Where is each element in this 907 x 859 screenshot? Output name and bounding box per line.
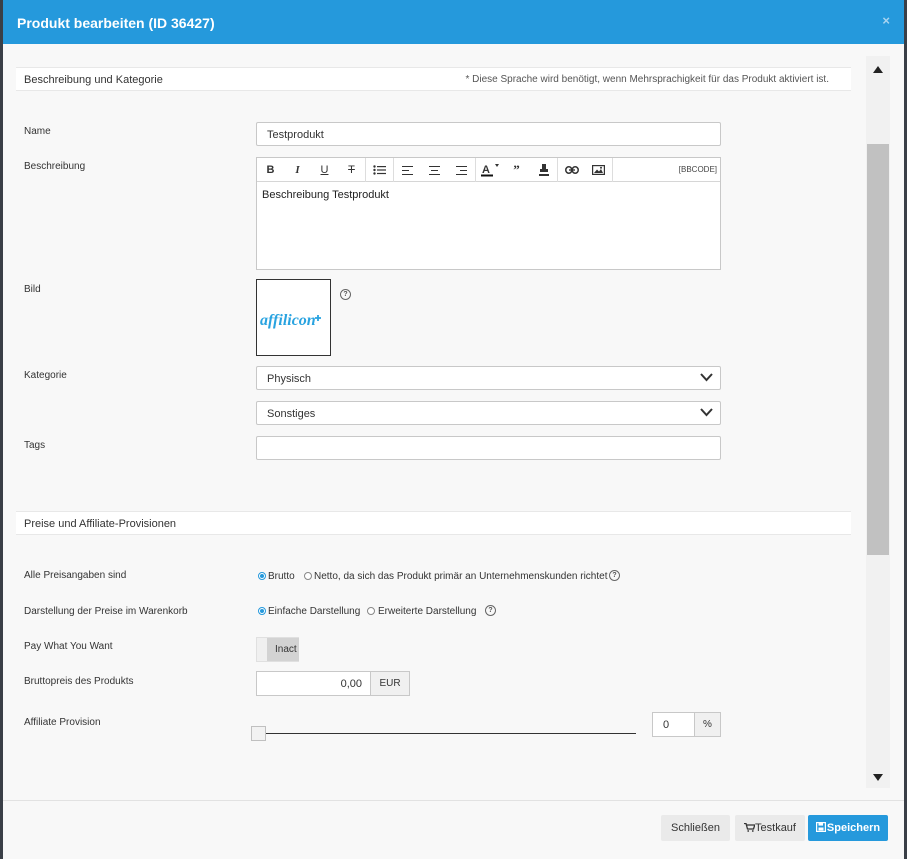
radio-extended-display-label[interactable]: Erweiterte Darstellung xyxy=(378,606,476,617)
pwyw-toggle[interactable]: Inact xyxy=(256,637,299,662)
strikethrough-icon[interactable]: T xyxy=(338,158,365,182)
category-label: Kategorie xyxy=(24,370,67,381)
testkauf-button[interactable]: Testkauf xyxy=(735,815,805,841)
affiliate-slider-track[interactable] xyxy=(258,733,636,734)
pwyw-label: Pay What You Want xyxy=(24,641,113,652)
tags-label: Tags xyxy=(24,440,46,451)
gross-price-input[interactable]: 0,00 xyxy=(256,671,371,696)
help-icon[interactable]: ? xyxy=(485,605,496,616)
section-header-description: Beschreibung und Kategorie * Diese Sprac… xyxy=(16,67,851,91)
help-icon[interactable]: ? xyxy=(609,570,620,581)
bbcode-toggle[interactable]: [BBCODE] xyxy=(679,165,717,174)
radio-simple-display[interactable] xyxy=(258,607,266,615)
product-image[interactable]: affilicon xyxy=(256,279,331,356)
edit-product-modal: Produkt bearbeiten (ID 36427) × Beschrei… xyxy=(0,0,907,859)
category-select[interactable]: Physisch xyxy=(256,366,721,390)
align-center-icon[interactable] xyxy=(421,158,448,182)
modal-title: Produkt bearbeiten (ID 36427) xyxy=(17,15,215,31)
save-button-label: Speichern xyxy=(826,822,881,834)
image-icon[interactable] xyxy=(585,158,612,182)
floppy-disk-icon xyxy=(815,822,826,833)
description-text[interactable]: Beschreibung Testprodukt xyxy=(262,189,389,201)
radio-extended-display[interactable] xyxy=(367,607,375,615)
help-icon[interactable]: ? xyxy=(340,289,351,300)
text-color-icon[interactable]: A xyxy=(476,158,503,182)
svg-text:A: A xyxy=(482,164,490,176)
align-right-icon[interactable] xyxy=(448,158,475,182)
chevron-down-icon xyxy=(700,408,713,417)
section-header-prices: Preise und Affiliate-Provisionen xyxy=(16,511,851,535)
name-input[interactable]: Testprodukt xyxy=(256,122,721,146)
currency-addon: EUR xyxy=(370,671,410,696)
pwyw-state: Inact xyxy=(267,638,299,661)
radio-simple-display-label[interactable]: Einfache Darstellung xyxy=(268,606,360,617)
close-button[interactable]: Schließen xyxy=(661,815,730,841)
link-icon[interactable] xyxy=(558,158,585,182)
display-mode-label: Darstellung der Preise im Warenkorb xyxy=(24,606,188,617)
affiliate-input[interactable]: 0 xyxy=(652,712,695,737)
italic-icon[interactable]: I xyxy=(284,158,311,182)
radio-brutto-label[interactable]: Brutto xyxy=(268,571,295,582)
description-editor[interactable]: B I U T A ” [BBCODE] Beschreibung Testpr… xyxy=(256,157,721,270)
modal-header: Produkt bearbeiten (ID 36427) × xyxy=(3,0,904,44)
save-button[interactable]: Speichern xyxy=(808,815,888,841)
underline-icon[interactable]: U xyxy=(311,158,338,182)
chevron-down-icon xyxy=(700,373,713,382)
close-icon[interactable]: × xyxy=(882,13,890,28)
description-label: Beschreibung xyxy=(24,161,86,172)
section-title: Preise und Affiliate-Provisionen xyxy=(24,518,177,530)
percent-addon: % xyxy=(694,712,721,737)
affilicon-logo: affilicon xyxy=(260,312,321,329)
subcategory-select[interactable]: Sonstiges xyxy=(256,401,721,425)
radio-netto-label[interactable]: Netto, da sich das Produkt primär an Unt… xyxy=(314,571,608,582)
price-mode-label: Alle Preisangaben sind xyxy=(24,570,127,581)
highlight-icon[interactable] xyxy=(530,158,557,182)
align-left-icon[interactable] xyxy=(394,158,421,182)
section-title: Beschreibung und Kategorie xyxy=(24,74,163,86)
language-note: * Diese Sprache wird benötigt, wenn Mehr… xyxy=(465,74,829,85)
modal-body: Beschreibung und Kategorie * Diese Sprac… xyxy=(3,44,904,800)
tags-input[interactable] xyxy=(256,436,721,460)
radio-brutto[interactable] xyxy=(258,572,266,580)
name-label: Name xyxy=(24,126,51,137)
subcategory-value: Sonstiges xyxy=(267,408,316,420)
gross-price-label: Bruttopreis des Produkts xyxy=(24,676,134,687)
svg-text:affilicon: affilicon xyxy=(260,312,316,329)
affiliate-label: Affiliate Provision xyxy=(24,717,101,728)
toolbar-divider xyxy=(612,158,613,182)
editor-toolbar: B I U T A ” [BBCODE] xyxy=(257,158,720,182)
image-label: Bild xyxy=(24,284,41,295)
scroll-up-icon[interactable] xyxy=(873,66,883,73)
bullet-list-icon[interactable] xyxy=(366,158,393,182)
bold-icon[interactable]: B xyxy=(257,158,284,182)
affiliate-slider-handle[interactable] xyxy=(251,726,266,741)
close-button-label: Schließen xyxy=(671,822,720,834)
testkauf-button-label: Testkauf xyxy=(755,822,796,834)
category-value: Physisch xyxy=(267,373,312,385)
cart-icon xyxy=(744,822,756,832)
radio-netto[interactable] xyxy=(304,572,312,580)
quote-icon[interactable]: ” xyxy=(503,158,530,182)
scroll-down-icon[interactable] xyxy=(873,774,883,781)
scrollbar-thumb[interactable] xyxy=(867,144,889,555)
